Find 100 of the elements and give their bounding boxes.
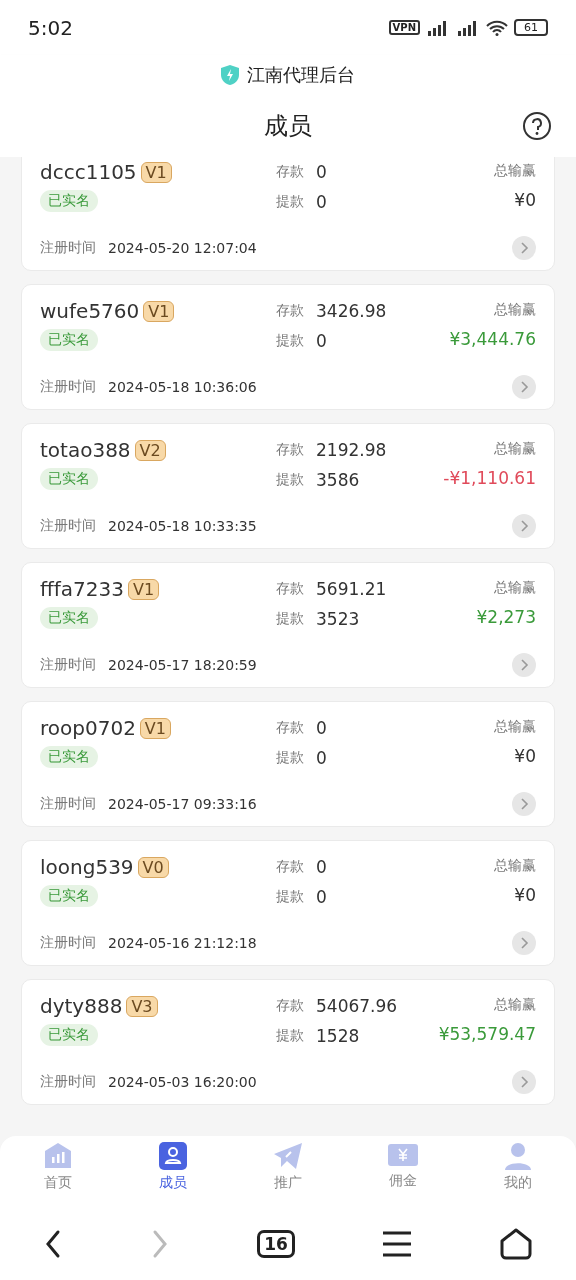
status-time: 5:02: [28, 15, 73, 40]
withdraw-value: 0: [316, 748, 327, 768]
level-badge: V3: [126, 995, 158, 1017]
level-badge: V0: [137, 856, 169, 878]
register-time: 2024-05-18 10:33:35: [108, 518, 257, 534]
vpn-indicator: VPN: [388, 20, 420, 35]
deposit-value: 5691.21: [316, 579, 387, 599]
level-badge: V2: [134, 439, 166, 461]
total-amount: ¥3,444.76: [449, 329, 536, 349]
verified-tag: 已实名: [40, 1024, 98, 1046]
total-label: 总输赢: [494, 718, 536, 736]
chevron-icon[interactable]: [512, 375, 536, 399]
app-title: 江南代理后台: [247, 63, 355, 87]
withdraw-value: 0: [316, 331, 327, 351]
register-time: 2024-05-17 09:33:16: [108, 796, 257, 812]
register-time: 2024-05-20 12:07:04: [108, 240, 257, 256]
battery-indicator: 61: [514, 19, 548, 36]
verified-tag: 已实名: [40, 746, 98, 768]
total-amount: -¥1,110.61: [443, 468, 536, 488]
register-label: 注册时间: [40, 239, 96, 257]
tab-item[interactable]: 推广: [252, 1142, 324, 1211]
deposit-label: 存款: [276, 997, 304, 1015]
member-name: wufe5760: [40, 299, 140, 323]
withdraw-label: 提款: [276, 888, 304, 906]
total-amount: ¥0: [514, 746, 536, 766]
withdraw-value: 0: [316, 192, 327, 212]
deposit-label: 存款: [276, 719, 304, 737]
tab-item[interactable]: 成员: [137, 1142, 209, 1211]
withdraw-label: 提款: [276, 471, 304, 489]
chevron-icon[interactable]: [512, 931, 536, 955]
person-card-icon: [159, 1142, 187, 1170]
deposit-value: 0: [316, 857, 327, 877]
deposit-value: 54067.96: [316, 996, 398, 1016]
tabs-count-button[interactable]: 16: [257, 1229, 295, 1258]
chevron-icon[interactable]: [512, 653, 536, 677]
total-label: 总输赢: [494, 301, 536, 319]
withdraw-label: 提款: [276, 332, 304, 350]
member-card[interactable]: loong539 V0 已实名 存款 0 提款 0 总输赢 ¥0 注册时间 2024-05-16 21:12:18: [21, 840, 555, 966]
chevron-icon[interactable]: [512, 792, 536, 816]
total-label: 总输赢: [494, 162, 536, 180]
tab-item[interactable]: 我的: [482, 1142, 554, 1211]
verified-tag: 已实名: [40, 190, 98, 212]
total-label: 总输赢: [494, 996, 536, 1014]
level-badge: V1: [143, 300, 175, 322]
withdraw-value: 3523: [316, 609, 360, 629]
withdraw-label: 提款: [276, 193, 304, 211]
member-name: totao388: [40, 438, 131, 462]
member-card[interactable]: fffa7233 V1 已实名 存款 5691.21 提款 3523 总输赢 ¥2,273 注册时间 2024-05-17 18:20:59: [21, 562, 555, 688]
verified-tag: 已实名: [40, 885, 98, 907]
tab-item[interactable]: 首页: [22, 1142, 94, 1211]
register-label: 注册时间: [40, 517, 96, 535]
verified-tag: 已实名: [40, 329, 98, 351]
register-time: 2024-05-17 18:20:59: [108, 657, 257, 673]
level-badge: V1: [128, 578, 160, 600]
paper-plane-icon: [273, 1142, 303, 1170]
page-title: 成员: [264, 111, 312, 142]
total-label: 总输赢: [494, 857, 536, 875]
member-card[interactable]: roop0702 V1 已实名 存款 0 提款 0 总输赢 ¥0 注册时间 2024-05-17 09:33:16: [21, 701, 555, 827]
wifi-icon: [486, 19, 508, 36]
deposit-value: 0: [316, 162, 327, 182]
shield-icon: [221, 65, 239, 85]
deposit-label: 存款: [276, 580, 304, 598]
tab-item[interactable]: 佣金: [367, 1142, 439, 1211]
register-label: 注册时间: [40, 934, 96, 952]
verified-tag: 已实名: [40, 607, 98, 629]
deposit-value: 0: [316, 718, 327, 738]
total-amount: ¥53,579.47: [438, 1024, 536, 1044]
deposit-label: 存款: [276, 441, 304, 459]
help-icon[interactable]: [522, 111, 552, 141]
deposit-label: 存款: [276, 302, 304, 320]
chevron-icon[interactable]: [512, 1070, 536, 1094]
total-amount: ¥2,273: [476, 607, 536, 627]
home-icon[interactable]: [498, 1227, 533, 1260]
chevron-icon[interactable]: [512, 236, 536, 260]
level-badge: V1: [139, 717, 171, 739]
yen-ticket-icon: [388, 1142, 418, 1168]
register-label: 注册时间: [40, 656, 96, 674]
verified-tag: 已实名: [40, 468, 98, 490]
member-name: roop0702: [40, 716, 136, 740]
member-name: loong539: [40, 855, 134, 879]
register-time: 2024-05-16 21:12:18: [108, 935, 257, 951]
withdraw-value: 3586: [316, 470, 360, 490]
withdraw-value: 0: [316, 887, 327, 907]
chevron-icon[interactable]: [512, 514, 536, 538]
total-amount: ¥0: [514, 885, 536, 905]
register-label: 注册时间: [40, 1073, 96, 1091]
withdraw-label: 提款: [276, 749, 304, 767]
deposit-label: 存款: [276, 858, 304, 876]
member-card[interactable]: dyty888 V3 已实名 存款 54067.96 提款 1528 总输赢 ¥53,579.47 注册时间 2024-05-03 16:20:00: [21, 979, 555, 1105]
withdraw-label: 提款: [276, 610, 304, 628]
register-label: 注册时间: [40, 795, 96, 813]
member-card[interactable]: wufe5760 V1 已实名 存款 3426.98 提款 0 总输赢 ¥3,444.76 注册时间 2024-05-18 10:36:06: [21, 284, 555, 410]
register-time: 2024-05-03 16:20:00: [108, 1074, 257, 1090]
register-label: 注册时间: [40, 378, 96, 396]
member-card[interactable]: dccc1105 V1 已实名 存款 0 提款 0 总输赢 ¥0 注册时间 2024-05-20 12:07:04: [21, 157, 555, 271]
member-name: fffa7233: [40, 577, 124, 601]
deposit-label: 存款: [276, 163, 304, 181]
deposit-value: 3426.98: [316, 301, 387, 321]
menu-icon[interactable]: [381, 1230, 412, 1257]
member-card[interactable]: totao388 V2 已实名 存款 2192.98 提款 3586 总输赢 -¥1,110.61 注册时间 2024-05-18 10:33:35: [21, 423, 555, 549]
